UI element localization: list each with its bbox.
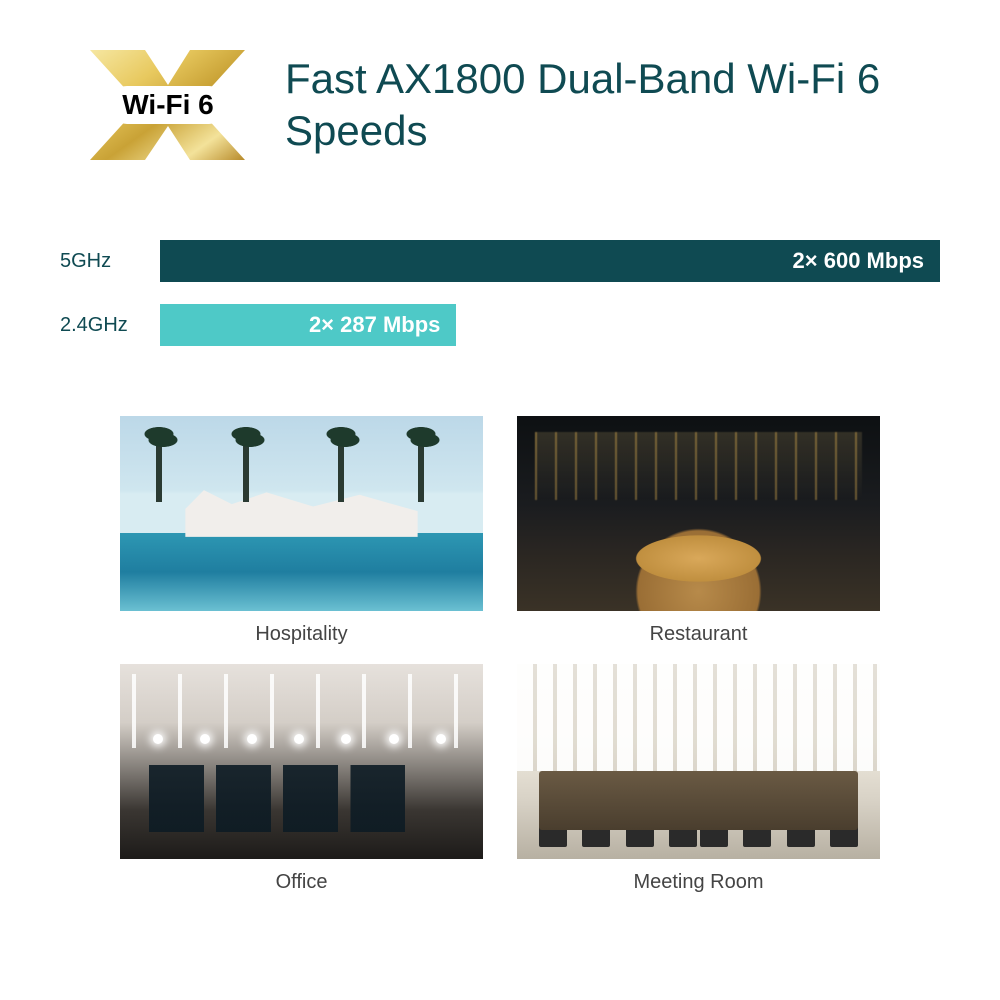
wifi6-logo: Wi-Fi 6 (90, 50, 245, 160)
thumb-office (120, 664, 483, 859)
speed-bars: 5GHz 2× 600 Mbps 2.4GHz 2× 287 Mbps (60, 240, 940, 346)
page-title: Fast AX1800 Dual-Band Wi-Fi 6 Speeds (285, 53, 940, 158)
tile-meeting-room: Meeting Room (517, 664, 880, 894)
bar-fill-24ghz: 2× 287 Mbps (160, 304, 456, 346)
bar-row-5ghz: 5GHz 2× 600 Mbps (60, 240, 940, 282)
bar-row-24ghz: 2.4GHz 2× 287 Mbps (60, 304, 940, 346)
thumb-hospitality (120, 416, 483, 611)
tile-restaurant: Restaurant (517, 416, 880, 646)
thumb-meeting-room (517, 664, 880, 859)
bar-value-5ghz: 2× 600 Mbps (793, 248, 924, 274)
bar-label-24ghz: 2.4GHz (60, 314, 160, 337)
caption-restaurant: Restaurant (650, 623, 748, 646)
tile-office: Office (120, 664, 483, 894)
caption-meeting-room: Meeting Room (633, 871, 763, 894)
header: Wi-Fi 6 Fast AX1800 Dual-Band Wi-Fi 6 Sp… (0, 0, 1000, 180)
bar-label-5ghz: 5GHz (60, 250, 160, 273)
bar-track-24ghz: 2× 287 Mbps (160, 304, 940, 346)
bar-value-24ghz: 2× 287 Mbps (309, 312, 440, 338)
thumb-restaurant (517, 416, 880, 611)
caption-hospitality: Hospitality (255, 623, 347, 646)
caption-office: Office (276, 871, 328, 894)
bar-fill-5ghz: 2× 600 Mbps (160, 240, 940, 282)
wifi6-x-icon: Wi-Fi 6 (90, 50, 245, 160)
use-case-gallery: Hospitality Restaurant Office Meeting Ro… (0, 386, 1000, 934)
bar-track-5ghz: 2× 600 Mbps (160, 240, 940, 282)
tile-hospitality: Hospitality (120, 416, 483, 646)
wifi6-logo-text: Wi-Fi 6 (122, 89, 214, 120)
